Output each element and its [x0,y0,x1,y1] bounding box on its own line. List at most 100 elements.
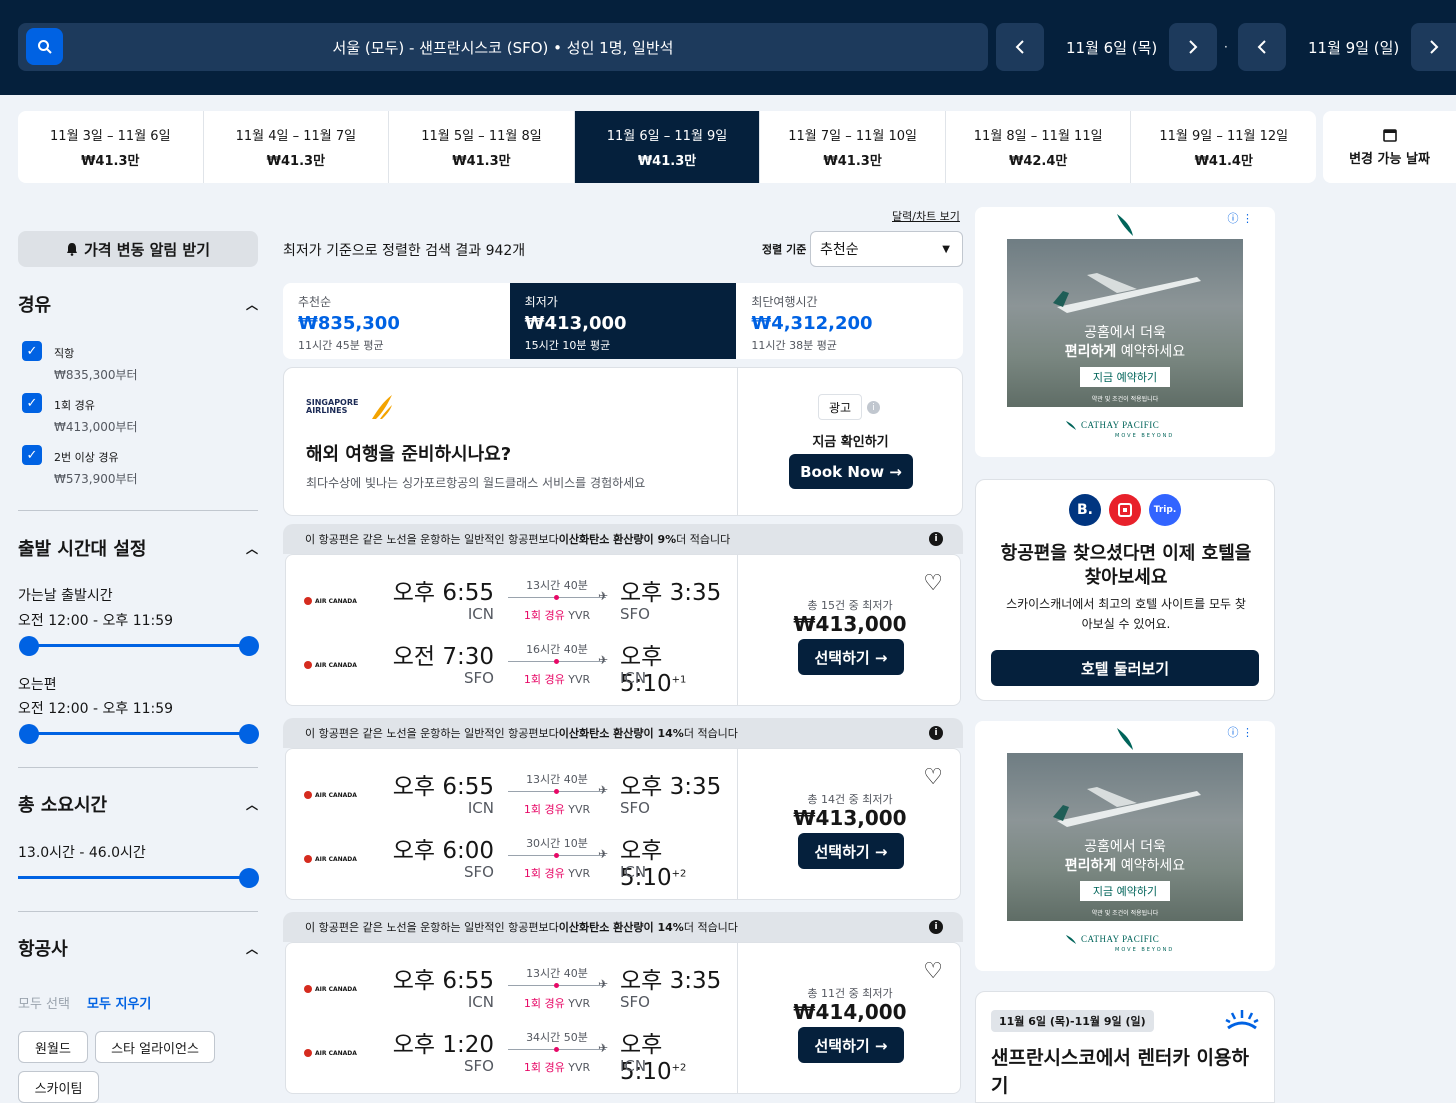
maple-leaf-icon [304,597,312,605]
divider [18,911,258,912]
co2-text-end: 더 적습니다 [683,921,738,934]
info-icon[interactable]: i [867,401,880,414]
info-icon[interactable]: i [929,920,943,934]
hotels-logo-icon [1109,494,1141,526]
car-rental-card[interactable]: 11월 6일 (목)-11월 9일 (일) 샌프란시스코에서 렌터카 이용하기 [975,991,1275,1103]
results-count: 최저가 기준으로 정렬한 검색 결과 942개 [283,243,526,259]
flight-result-card[interactable]: AIR CANADA 오후 6:55 ICN 13시간 40분 ✈ 1회 경유 … [285,942,961,1094]
chip-oneworld[interactable]: 원월드 [18,1031,88,1063]
price-column: ♡ 총 11건 중 최저가 ₩414,000 선택하기 → [737,943,961,1093]
cathay-ad-1[interactable]: ⓘ ⋮ 공홈에서 더욱 편리하게 예약하세요 지금 예약하기 약관 및 조건이 … [975,207,1275,457]
tab-subtitle: 11시간 45분 평균 [298,339,384,352]
airline-logo: AIR CANADA [304,1049,357,1057]
cathay-ad-cta[interactable]: 지금 예약하기 [1080,881,1170,901]
flight-duration: 34시간 50분 [526,1031,588,1044]
airline-name: AIR CANADA [315,985,357,993]
stop-option-price: ₩413,000부터 [54,420,138,434]
duration-filter-header[interactable]: 총 소요시간 ︿ [18,791,258,817]
sort-select[interactable]: 추천순 ▼ [810,231,963,267]
search-summary[interactable]: 서울 (모두) - 샌프란시스코 (SFO) • 성인 1명, 일반석 [18,23,988,71]
return-date[interactable]: 11월 9일 (일) [1308,23,1399,71]
flight-result-card[interactable]: AIR CANADA 오후 6:55 ICN 13시간 40분 ✈ 1회 경유 … [285,554,961,706]
cathay-brush-small-icon [1066,421,1076,430]
duration-slider-handle[interactable] [239,868,259,888]
arrival-time: 오후 5:10+1 [620,637,736,697]
next-return-date-button[interactable] [1411,23,1456,71]
flight-price: ₩414,000 [793,1000,907,1024]
outbound-slider-min-handle[interactable] [19,636,39,656]
cathay-ad-2[interactable]: ⓘ ⋮ 공홈에서 더욱 편리하게 예약하세요 지금 예약하기 약관 및 조건이 … [975,721,1275,971]
ad-info-icon[interactable]: ⓘ ⋮ [1228,210,1254,226]
checkbox-direct[interactable]: ✓ [22,341,42,361]
date-option[interactable]: 11월 4일 – 11월 7일 ₩41.3만 [204,111,390,183]
chevron-right-icon [1429,40,1438,54]
prev-depart-date-button[interactable] [996,23,1044,71]
cathay-ad-cta[interactable]: 지금 예약하기 [1080,367,1170,387]
search-icon [37,39,52,54]
stop-airport: YVR [568,997,591,1010]
calendar-chart-link[interactable]: 달력/차트 보기 [892,208,960,224]
sponsored-card[interactable]: SINGAPORE AIRLINES 해외 여행을 준비하시나요? 최다수상에 … [283,367,963,516]
cathay-ad-line1: 공홈에서 더욱 [1084,325,1166,341]
date-option[interactable]: 11월 8일 – 11월 11일 ₩42.4만 [946,111,1132,183]
tab-fastest[interactable]: 최단여행시간 ₩4,312,200 11시간 38분 평균 [736,283,963,359]
heart-icon[interactable]: ♡ [923,765,943,790]
co2-highlight: 이산화탄소 환산량이 9% [558,533,677,546]
maple-leaf-icon [304,1049,312,1057]
select-flight-button[interactable]: 선택하기 → [798,639,904,675]
search-button[interactable] [26,28,63,65]
clear-all-airlines[interactable]: 모두 지우기 [87,993,151,1012]
cathay-line2-bold: 편리하게 [1064,858,1117,874]
date-option[interactable]: 11월 7일 – 11월 10일 ₩41.3만 [760,111,946,183]
heart-icon[interactable]: ♡ [923,571,943,596]
select-flight-button[interactable]: 선택하기 → [798,1027,904,1063]
tab-best[interactable]: 추천순 ₩835,300 11시간 45분 평균 [283,283,510,359]
chip-skyteam[interactable]: 스카이팀 [18,1071,99,1103]
car-rental-title: 샌프란시스코에서 렌터카 이용하기 [991,1047,1249,1097]
airlines-filter-header[interactable]: 항공사 ︿ [18,935,258,961]
chip-star-alliance[interactable]: 스타 얼라이언스 [95,1031,215,1063]
plane-icon: ✈ [598,977,609,991]
select-flight-button[interactable]: 선택하기 → [798,833,904,869]
stops-filter-header[interactable]: 경유 ︿ [18,291,258,317]
booking-logo-icon: B. [1069,494,1101,526]
chevron-up-icon: ︿ [245,797,258,812]
departure-filter-header[interactable]: 출발 시간대 설정 ︿ [18,535,258,561]
flexible-dates-button[interactable]: 변경 가능 날짜 [1323,111,1456,183]
return-slider-min-handle[interactable] [19,724,39,744]
flight-result-card[interactable]: AIR CANADA 오후 6:55 ICN 13시간 40분 ✈ 1회 경유 … [285,748,961,900]
date-option[interactable]: 11월 5일 – 11월 8일 ₩41.3만 [389,111,575,183]
maple-leaf-icon [304,661,312,669]
flight-price: ₩413,000 [793,612,907,636]
departure-time: 오후 6:55 [392,580,494,606]
date-option[interactable]: 11월 3일 – 11월 6일 ₩41.3만 [18,111,204,183]
date-option-selected[interactable]: 11월 6일 – 11월 9일 ₩41.3만 [574,111,761,183]
return-slider-max-handle[interactable] [239,724,259,744]
checkbox-one-stop[interactable]: ✓ [22,393,42,413]
info-icon[interactable]: i [929,726,943,740]
info-icon[interactable]: i [929,532,943,546]
ad-info-icon[interactable]: ⓘ ⋮ [1228,724,1254,740]
chevron-left-icon [1257,40,1266,54]
hotel-promo-title: 항공편을 찾으셨다면 이제 호텔을 찾아보세요 [1000,543,1252,588]
chevron-left-icon [1015,40,1024,54]
depart-date[interactable]: 11월 6일 (목) [1066,23,1157,71]
price-alert-button[interactable]: 가격 변동 알림 받기 [18,231,258,267]
tab-cheapest[interactable]: 최저가 ₩413,000 15시간 10분 평균 [509,283,737,359]
heart-icon[interactable]: ♡ [923,959,943,984]
date-price: ₩41.3만 [452,154,511,169]
outbound-slider-max-handle[interactable] [239,636,259,656]
arrival-airport: SFO [620,993,650,1011]
price-column: ♡ 총 15건 중 최저가 ₩413,000 선택하기 → [737,555,961,705]
date-option[interactable]: 11월 9일 – 11월 12일 ₩41.4만 [1131,111,1316,183]
select-all-airlines[interactable]: 모두 선택 [18,993,70,1012]
tab-subtitle: 11시간 38분 평균 [751,339,837,352]
prev-return-date-button[interactable] [1238,23,1286,71]
next-depart-date-button[interactable] [1169,23,1217,71]
checkbox-two-plus-stops[interactable]: ✓ [22,445,42,465]
duration-range: 13.0시간 - 46.0시간 [18,845,146,861]
browse-hotels-button[interactable]: 호텔 둘러보기 [991,650,1259,686]
book-now-button[interactable]: Book Now → [789,454,913,489]
maple-leaf-icon [304,791,312,799]
co2-notice: 이 항공편은 같은 노선을 운항하는 일반적인 항공편보다 이산화탄소 환산량이… [283,912,963,942]
